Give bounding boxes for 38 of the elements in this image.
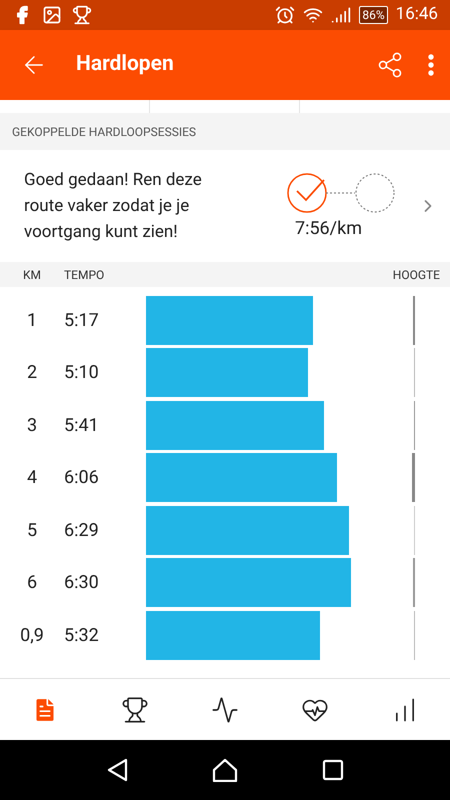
signal-icon <box>331 5 352 25</box>
image-icon <box>42 5 62 25</box>
battery-level: 86% <box>359 6 388 24</box>
pace-value: 7:56/km <box>294 216 362 240</box>
pace-cell-text: 6:06 <box>64 466 100 490</box>
km-cell-text: 0,9 <box>19 624 45 648</box>
recents-icon[interactable] <box>322 759 344 781</box>
km-cell-text: 3 <box>26 414 38 438</box>
km-cell-text: 2 <box>26 361 38 386</box>
home-icon[interactable] <box>212 758 238 782</box>
back-nav-icon[interactable] <box>106 758 128 782</box>
progress-circles-icon <box>284 170 396 214</box>
clock-time: 16:46 <box>396 3 438 26</box>
column-header: TEMPO <box>64 266 106 284</box>
section-header: GEKOPPELDE HARDLOOPSESSIES <box>12 124 196 140</box>
pace-cell-text: 5:17 <box>64 308 100 333</box>
share-button[interactable] <box>376 51 404 79</box>
trophy-icon <box>121 696 149 724</box>
pace-cell-text: 6:29 <box>64 518 100 543</box>
alarm-icon <box>275 5 296 25</box>
column-header: KM <box>22 266 42 284</box>
elevation-bar <box>412 453 415 502</box>
more-button[interactable] <box>428 54 434 76</box>
pace-cell-text: 5:10 <box>64 361 100 386</box>
km-cell-text: 1 <box>26 308 38 333</box>
column-header: HOOGTE <box>392 266 441 284</box>
pace-cell-text: 5:41 <box>64 414 100 438</box>
km-cell-text: 5 <box>26 518 38 543</box>
share-icon <box>376 51 404 79</box>
screen-title: Hardlopen <box>76 51 174 78</box>
more-vertical-icon <box>428 54 434 76</box>
pace-cell-text: 5:32 <box>64 624 100 648</box>
pace-cell-text: 6:30 <box>64 571 100 596</box>
graph-line-icon <box>211 696 239 724</box>
trophy-icon <box>72 5 92 25</box>
progress-message: Goed gedaan! Ren deze route vaker zodat je je voortgang kunt zien! <box>24 169 203 244</box>
km-cell-text: 4 <box>26 466 38 490</box>
km-cell-text: 6 <box>26 571 38 596</box>
